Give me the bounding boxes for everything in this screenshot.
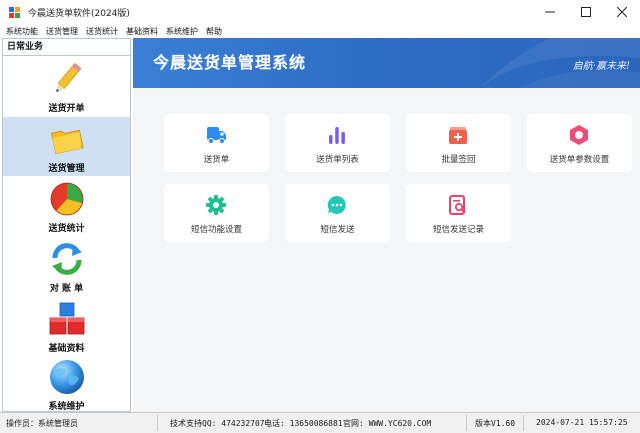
card-label: 短信功能设置 (190, 225, 242, 235)
menu-delivery-statistics[interactable]: 送货统计 (86, 26, 118, 37)
folder-icon (50, 129, 84, 155)
sidebar-item-label: 系统维护 (48, 402, 85, 412)
sidebar-item-delivery-management[interactable]: 送货管理 (3, 117, 130, 176)
status-datetime: 2024-07-21 15:57:25 (536, 418, 628, 427)
hexagon-nut-icon (570, 125, 588, 145)
banner-slogan: 启航·赢未来! (572, 61, 630, 72)
card-label: 短信发送记录 (432, 225, 484, 235)
sidebar-item-label: 送货管理 (48, 164, 85, 174)
sidebar-item-label: 基础资料 (48, 344, 85, 354)
status-bar: 操作员：系统管理员 技术支持QQ: 474232707 电话: 13650086… (0, 412, 640, 433)
sidebar-item-label: 对 账 单 (49, 284, 84, 294)
card-sms-send[interactable]: 短信发送 (285, 184, 390, 242)
menu-basic-data[interactable]: 基础资料 (126, 26, 158, 37)
card-sms-records[interactable]: 短信发送记录 (406, 184, 511, 242)
sidebar-item-basic-data[interactable]: 基础资料 (3, 297, 130, 356)
card-sms-settings[interactable]: 短信功能设置 (164, 184, 269, 242)
card-label: 短信发送 (320, 225, 355, 235)
sidebar: 日常业务 送货开单 送货管理 送货统计 对 账 单 基础资料 系统维护 (2, 38, 131, 412)
maximize-icon (581, 7, 591, 17)
card-batch-signback[interactable]: 批量签回 (406, 114, 511, 172)
status-phone: 电话: 13650086881 (264, 419, 343, 428)
blocks-icon (49, 302, 85, 335)
card-label: 送货单参数设置 (549, 155, 610, 165)
sidebar-item-delivery-statistics[interactable]: 送货统计 (3, 177, 130, 236)
pencil-icon (56, 62, 82, 93)
add-box-icon (449, 127, 467, 144)
close-button[interactable] (604, 0, 640, 24)
refresh-icon (52, 243, 82, 275)
menu-system-maintenance[interactable]: 系统维护 (166, 26, 198, 37)
sidebar-item-label: 送货开单 (48, 104, 85, 114)
minimize-button[interactable] (532, 0, 568, 24)
title-bar: 今晨送货单软件(2024版) (0, 0, 640, 24)
menu-system-functions[interactable]: 系统功能 (6, 26, 38, 37)
sidebar-item-label: 送货统计 (48, 224, 85, 234)
status-operator: 操作员：系统管理员 (6, 419, 78, 428)
banner: 今晨送货单管理系统 今晨送货单管理系统 启航·赢未来! (133, 38, 640, 88)
pie-cube-icon (50, 182, 84, 216)
card-delivery-settings[interactable]: 送货单参数设置 (527, 114, 632, 172)
sidebar-item-delivery-order[interactable]: 送货开单 (3, 57, 130, 116)
sidebar-item-reconciliation[interactable]: 对 账 单 (3, 237, 130, 296)
status-website: 官网: WWW.YC620.COM (343, 419, 432, 428)
globe-icon (50, 360, 84, 394)
window-title: 今晨送货单软件(2024版) (28, 8, 130, 19)
menu-bar: 系统功能 送货管理 送货统计 基础资料 系统维护 帮助 (0, 24, 640, 38)
minimize-icon (545, 11, 555, 13)
chat-bubble-icon (327, 195, 346, 214)
menu-delivery-management[interactable]: 送货管理 (46, 26, 78, 37)
app-logo-icon (9, 6, 20, 18)
card-delivery-order[interactable]: 送货单 (164, 114, 269, 172)
gear-icon (206, 195, 226, 215)
close-icon (617, 7, 627, 17)
maximize-button[interactable] (568, 0, 604, 24)
card-delivery-list[interactable]: 送货单列表 (285, 114, 390, 172)
status-support: 技术支持QQ: 474232707 (170, 419, 265, 428)
sidebar-header: 日常业务 (3, 39, 130, 56)
sidebar-item-system-maintenance[interactable]: 系统维护 (3, 355, 130, 414)
card-label: 送货单 (203, 155, 230, 165)
status-version: 版本V1.60 (475, 419, 516, 428)
menu-help[interactable]: 帮助 (206, 26, 222, 37)
card-label: 批量签回 (441, 155, 476, 165)
truck-icon (207, 127, 226, 144)
card-label: 送货单列表 (316, 155, 359, 165)
banner-title-reflection: 今晨送货单管理系统 (153, 56, 307, 67)
main-content: 今晨送货单管理系统 今晨送货单管理系统 启航·赢未来! 送货单 送货单列表 批量… (133, 38, 640, 412)
document-search-icon (449, 195, 466, 215)
bar-chart-icon (329, 127, 345, 144)
